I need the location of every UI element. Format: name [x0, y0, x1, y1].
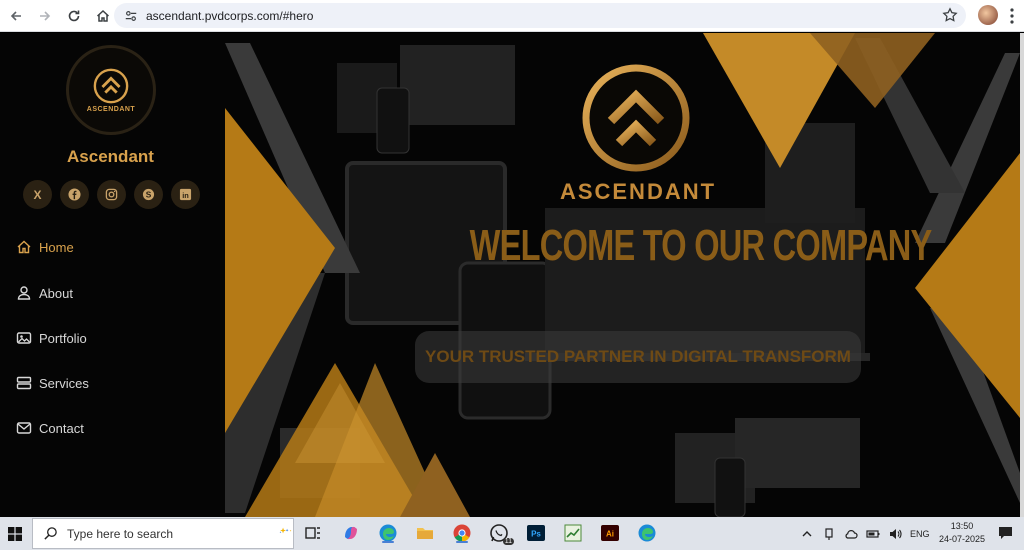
- logo-text: ASCENDANT: [86, 106, 136, 113]
- graph-app-button[interactable]: [562, 522, 584, 544]
- start-button[interactable]: [0, 517, 30, 550]
- x-icon: X: [33, 187, 42, 202]
- facebook-link[interactable]: [60, 180, 89, 209]
- windows-taskbar: Type here to search 11 Ps Ai ENG 13:50 2…: [0, 517, 1024, 550]
- hero-title: WELCOME TO OUR COMPANY: [469, 221, 933, 270]
- arrow-right-icon: [40, 10, 51, 21]
- tune-icon: [125, 10, 137, 21]
- server-icon: [16, 376, 32, 390]
- x-link[interactable]: X: [23, 180, 52, 209]
- svg-text:S: S: [146, 189, 152, 199]
- social-links: X S in: [23, 180, 200, 209]
- profile-avatar[interactable]: [978, 5, 998, 25]
- whatsapp-button[interactable]: 11: [488, 522, 514, 545]
- nav-label-home: Home: [39, 239, 74, 255]
- clock[interactable]: 13:50 24-07-2025: [936, 520, 988, 546]
- facebook-icon: [68, 188, 81, 201]
- nav-item-home[interactable]: Home: [16, 236, 74, 258]
- svg-text:in: in: [182, 191, 189, 200]
- edge-pinned-button[interactable]: [636, 522, 658, 544]
- person-icon: [17, 286, 31, 300]
- hero-brand-name: ASCENDANT: [559, 179, 717, 204]
- brand-name: Ascendant: [67, 147, 154, 166]
- sparkle-icon: [279, 527, 292, 534]
- instagram-link[interactable]: [97, 180, 126, 209]
- nav-label-contact: Contact: [39, 420, 84, 436]
- hero-section: ASCENDANT WELCOME TO OUR COMPANY YOUR TR…: [225, 33, 1020, 517]
- ascendant-logo-icon: [582, 64, 690, 172]
- nav-item-about[interactable]: About: [16, 282, 73, 304]
- notification-icon[interactable]: [998, 526, 1013, 540]
- page-scrollbar[interactable]: [1020, 33, 1024, 517]
- linkedin-link[interactable]: in: [171, 180, 200, 209]
- skype-link[interactable]: S: [134, 180, 163, 209]
- taskbar-search-box[interactable]: Type here to search: [32, 518, 294, 549]
- sidebar-logo[interactable]: ASCENDANT: [66, 45, 156, 135]
- edge-icon: [379, 524, 397, 542]
- edge-icon: [638, 524, 656, 542]
- windows-logo-icon: [8, 526, 22, 541]
- images-icon: [16, 332, 32, 344]
- clock-time: 13:50: [950, 521, 974, 531]
- hero-tagline-box: YOUR TRUSTED PARTNER IN DIGITAL TRANSFOR…: [415, 331, 861, 383]
- running-indicator: [382, 541, 394, 543]
- chrome-button[interactable]: [451, 522, 473, 544]
- page: ascendant.pvdcorps.com/#hero ASCENDANT A…: [0, 0, 1024, 550]
- address-bar[interactable]: ascendant.pvdcorps.com/#hero: [114, 3, 966, 28]
- whatsapp-badge: 11: [502, 538, 514, 545]
- forward-button[interactable]: [32, 3, 58, 29]
- volume-icon[interactable]: [888, 527, 902, 541]
- sidebar: ASCENDANT Ascendant X S in Home About Po…: [0, 33, 225, 517]
- clock-date: 24-07-2025: [938, 534, 986, 544]
- cloud-icon[interactable]: [844, 527, 858, 541]
- illustrator-icon: Ai: [601, 525, 619, 541]
- nav-item-services[interactable]: Services: [16, 372, 89, 394]
- chevron-up-icon[interactable]: [800, 527, 814, 541]
- skype-icon: S: [142, 188, 155, 201]
- photoshop-icon: Ps: [527, 525, 545, 541]
- nav-item-portfolio[interactable]: Portfolio: [16, 327, 87, 349]
- home-icon: [17, 240, 31, 254]
- task-view-icon: [305, 527, 320, 539]
- language-indicator[interactable]: ENG: [910, 529, 930, 539]
- nav-label-about: About: [39, 285, 73, 301]
- task-view-button[interactable]: [302, 522, 324, 544]
- url-text: ascendant.pvdcorps.com/#hero: [146, 8, 314, 23]
- file-explorer-button[interactable]: [414, 522, 436, 544]
- battery-icon[interactable]: [866, 527, 880, 541]
- copilot-icon: [345, 526, 357, 540]
- nav-label-services: Services: [39, 375, 89, 391]
- chart-app-icon: [564, 524, 582, 542]
- svg-text:Ps: Ps: [531, 530, 541, 539]
- envelope-icon: [16, 422, 32, 434]
- site-info-button[interactable]: [120, 5, 142, 27]
- copilot-button[interactable]: [340, 522, 362, 544]
- linkedin-icon: in: [179, 188, 192, 201]
- search-icon: [44, 527, 57, 540]
- arrow-left-icon: [10, 10, 21, 21]
- instagram-icon: [105, 188, 118, 201]
- photoshop-button[interactable]: Ps: [525, 522, 547, 544]
- more-vert-icon[interactable]: [1006, 6, 1018, 26]
- browser-toolbar: ascendant.pvdcorps.com/#hero: [0, 0, 1024, 32]
- nav-item-contact[interactable]: Contact: [16, 417, 84, 439]
- hero-tagline: YOUR TRUSTED PARTNER IN DIGITAL TRANSFOR…: [425, 347, 851, 366]
- chrome-icon: [453, 524, 471, 542]
- back-button[interactable]: [3, 3, 29, 29]
- system-tray: ENG: [800, 517, 930, 550]
- svg-text:Ai: Ai: [606, 530, 614, 539]
- folder-icon: [417, 528, 433, 539]
- house-icon: [96, 9, 110, 22]
- ascendant-logo-icon: [93, 68, 129, 104]
- edge-button[interactable]: [377, 522, 399, 544]
- illustrator-button[interactable]: Ai: [599, 522, 621, 544]
- reload-icon: [68, 10, 80, 21]
- search-placeholder: Type here to search: [67, 526, 174, 541]
- home-button[interactable]: [90, 3, 116, 29]
- nav-label-portfolio: Portfolio: [39, 330, 87, 346]
- running-indicator: [456, 541, 468, 543]
- bookmark-star-icon[interactable]: [942, 7, 958, 23]
- usb-device-icon[interactable]: [822, 527, 836, 541]
- reload-button[interactable]: [61, 3, 87, 29]
